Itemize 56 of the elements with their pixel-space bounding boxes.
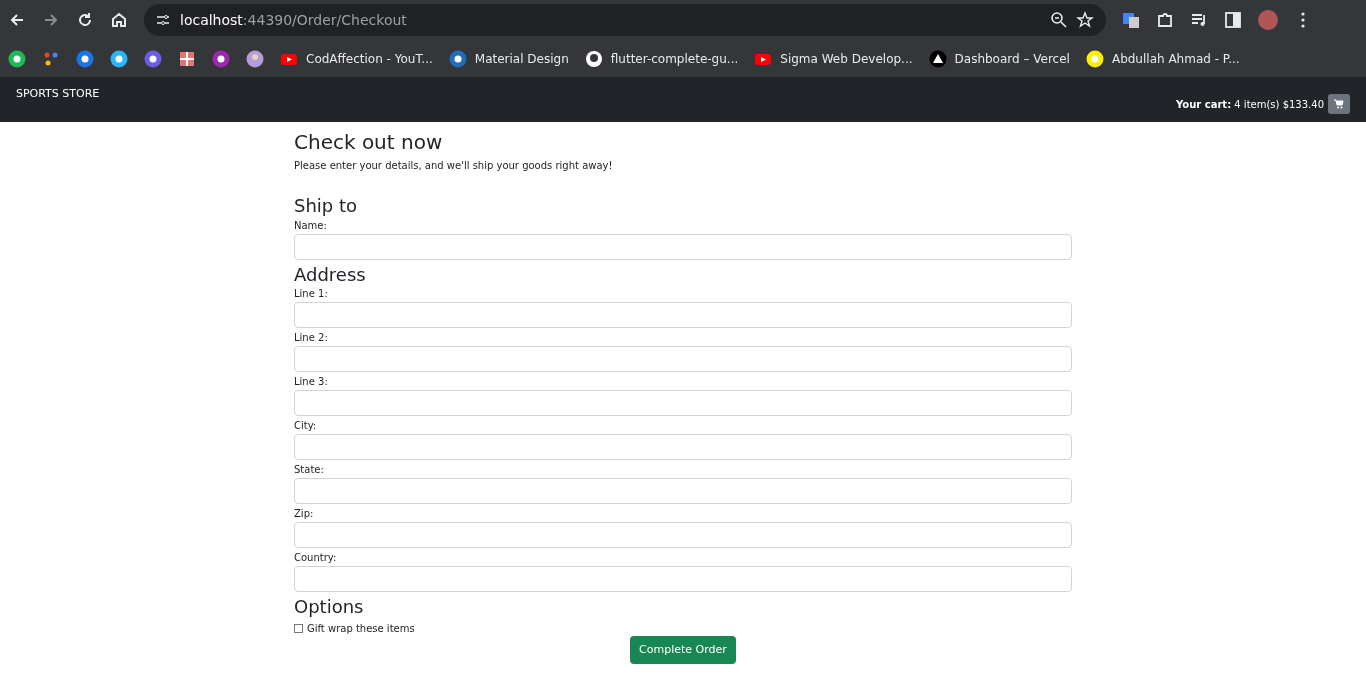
zoom-icon[interactable] (1050, 11, 1068, 29)
star-icon[interactable] (1076, 11, 1094, 29)
checkbox[interactable] (294, 623, 303, 633)
cart-summary: Your cart: 4 item(s) $133.40 (1176, 97, 1324, 112)
field-label: Line 3: (294, 376, 329, 388)
input-field[interactable] (294, 478, 1072, 504)
field-label: State: (294, 464, 325, 476)
url-text: localhost:44390/Order/Checkout (180, 11, 407, 30)
input-field[interactable] (294, 522, 1072, 548)
intro-text: Please enter your details, and we'll ship your goods right away! (294, 159, 614, 173)
section-heading: Address (294, 263, 367, 286)
checkbox-label: Gift wrap these items (307, 621, 415, 636)
field-label: Zip: (294, 508, 315, 520)
input-field[interactable] (294, 233, 1072, 260)
puzzle-icon[interactable] (1156, 11, 1174, 29)
circle-logo-icon (1085, 49, 1104, 68)
section-heading: Ship to (294, 195, 359, 218)
circle-logo-icon[interactable] (8, 49, 26, 68)
bookmark[interactable]: Material Design (448, 49, 569, 68)
page-title: Check out now (294, 130, 444, 154)
input-field[interactable] (294, 566, 1072, 592)
input-field[interactable] (294, 302, 1072, 328)
translate-icon[interactable] (1122, 11, 1140, 29)
complete-order-button[interactable]: Complete Order (630, 635, 736, 664)
input-field[interactable] (294, 434, 1072, 460)
bookmark[interactable]: CodAffection - YouT... (280, 49, 433, 68)
input-field[interactable] (294, 390, 1072, 416)
field-label: Line 2: (294, 332, 329, 344)
address-bar[interactable]: localhost:44390/Order/Checkout (144, 4, 1106, 36)
field-label: Name: (294, 219, 328, 232)
home-icon[interactable] (110, 11, 128, 29)
field-label: City: (294, 420, 318, 432)
triangle-logo-icon (928, 49, 947, 68)
bookmark[interactable]: Dashboard – Vercel (928, 49, 1070, 68)
section-heading: Options (294, 596, 365, 619)
cart-button[interactable] (1328, 94, 1350, 114)
avatar-icon[interactable] (1258, 10, 1278, 30)
brand-link[interactable]: SPORTS STORE (16, 86, 100, 114)
input-field[interactable] (294, 346, 1072, 372)
side-panel-icon[interactable] (1224, 11, 1242, 29)
cart-icon (1334, 99, 1344, 109)
grid-logo-icon[interactable] (178, 49, 196, 68)
field-label: Line 1: (294, 288, 329, 300)
bookmark[interactable]: Abdullah Ahmad - P... (1085, 49, 1240, 68)
field-label: Country: (294, 552, 338, 564)
playlist-icon[interactable] (1190, 11, 1208, 29)
circle-logo-icon[interactable] (144, 49, 162, 68)
ring-logo-icon (584, 49, 603, 68)
reload-icon[interactable] (76, 11, 94, 29)
bookmark[interactable]: Sigma Web Develop... (754, 49, 913, 68)
circle-logo-icon[interactable] (110, 49, 128, 68)
circle-logo-icon (448, 49, 467, 68)
circle-logo-icon[interactable] (212, 49, 230, 68)
bookmark[interactable]: flutter-complete-gu... (584, 49, 739, 68)
person-logo-icon[interactable] (246, 49, 264, 68)
circle-logo-icon[interactable] (76, 49, 94, 68)
